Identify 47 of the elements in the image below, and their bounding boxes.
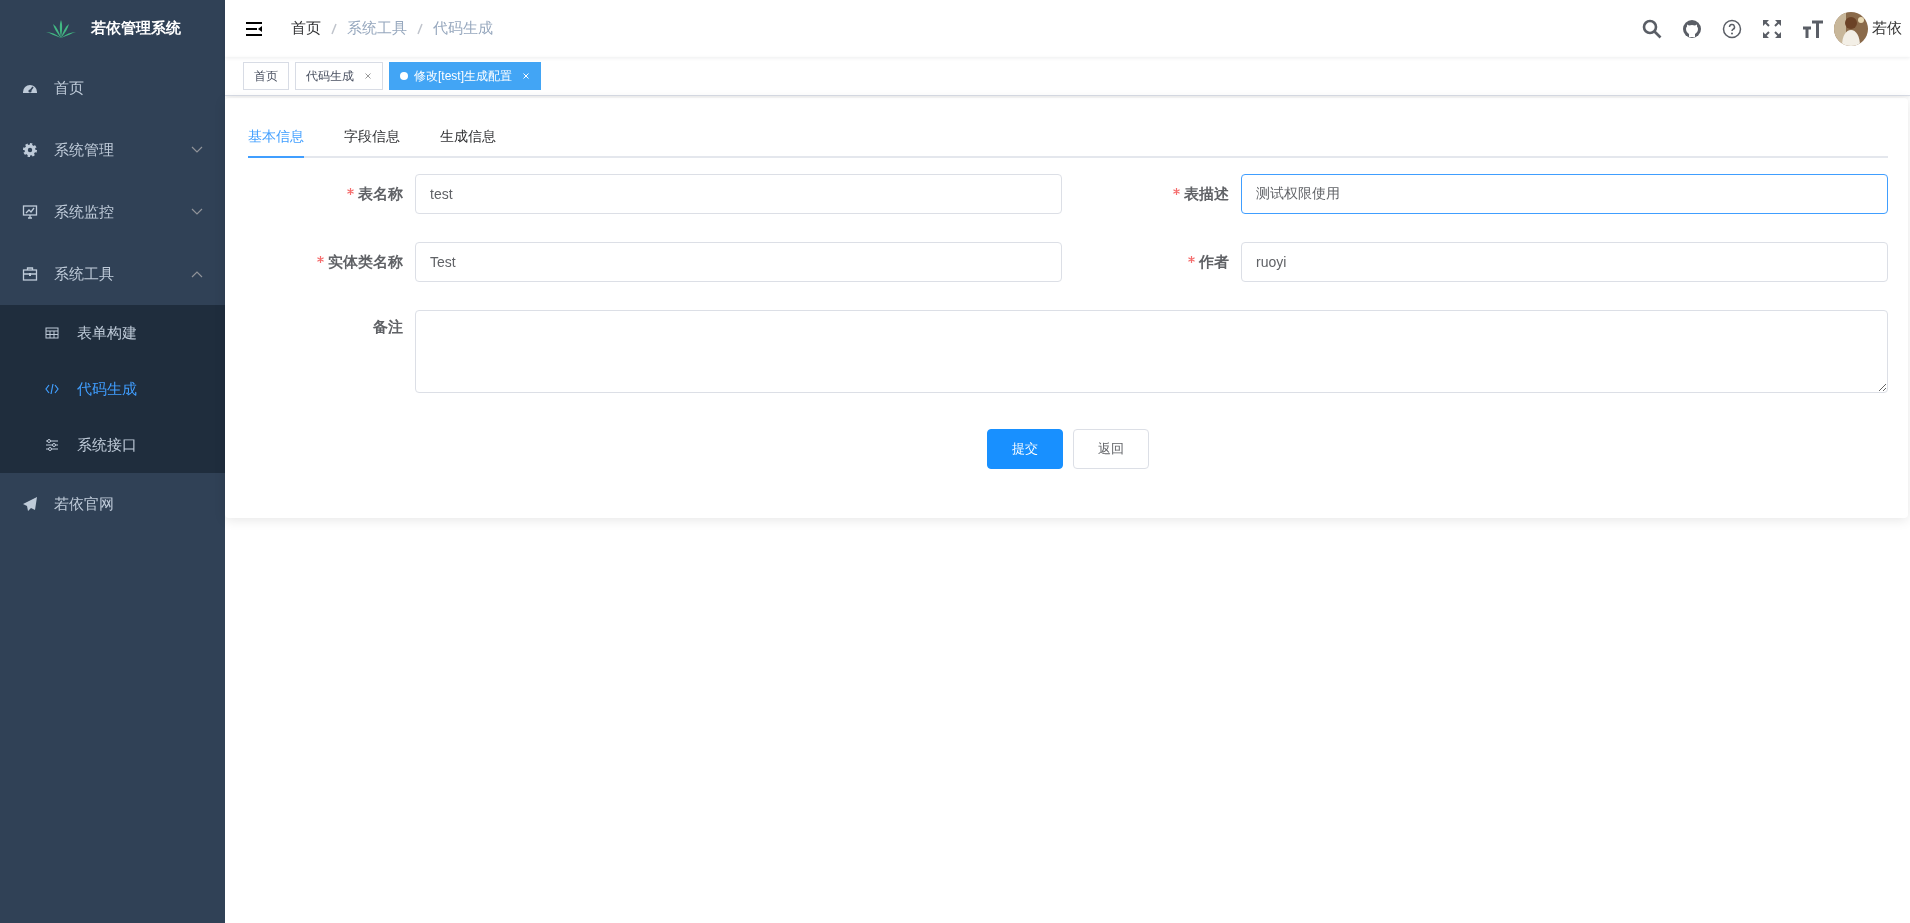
sidebar-item[interactable]: 系统管理 (0, 119, 225, 181)
input-field[interactable]: 测试权限使用 (1241, 174, 1888, 214)
remark-field[interactable] (415, 310, 1888, 393)
app-title: 若依管理系统 (90, 19, 181, 38)
form-tab[interactable]: 字段信息 (344, 118, 400, 158)
paper-plane-icon (22, 496, 38, 512)
back-button[interactable]: 返回 (1073, 429, 1149, 469)
font-size-icon[interactable] (1802, 18, 1824, 39)
tag-tab[interactable]: 代码生成 (295, 62, 383, 90)
sliders-icon (45, 438, 59, 452)
slash-icon (417, 22, 423, 35)
sidebar-item[interactable]: 若依官网 (0, 473, 225, 535)
table-icon (45, 326, 59, 340)
field-label: 备注 (373, 318, 403, 335)
breadcrumb-item: 代码生成 (433, 19, 493, 38)
user-name[interactable]: 若依 (1872, 19, 1902, 38)
gear-icon (22, 142, 38, 158)
sidebar-item[interactable]: 首页 (0, 57, 225, 119)
toolbox-icon (22, 266, 38, 282)
fullscreen-icon[interactable] (1762, 18, 1782, 39)
search-icon[interactable] (1642, 18, 1662, 39)
input-field[interactable]: Test (415, 242, 1062, 282)
field-label: 实体类名称 (328, 252, 403, 270)
slash-icon (331, 22, 337, 35)
monitor-icon (22, 204, 38, 220)
field-label: 表名称 (358, 184, 403, 202)
submenu-item[interactable]: 表单构建 (0, 305, 225, 361)
field-label: 表描述 (1184, 184, 1229, 202)
submenu-item[interactable]: 系统接口 (0, 417, 225, 473)
code-icon (45, 382, 59, 396)
form-tab[interactable]: 生成信息 (440, 118, 496, 158)
chevron-down-icon (191, 146, 203, 154)
chevron-up-icon (191, 270, 203, 278)
field-label: 作者 (1199, 252, 1229, 270)
input-field[interactable]: ruoyi (1241, 242, 1888, 282)
input-field[interactable]: test (415, 174, 1062, 214)
chevron-down-icon (191, 208, 203, 216)
github-icon[interactable] (1682, 18, 1702, 39)
close-icon[interactable] (364, 72, 372, 80)
menu-icon[interactable] (245, 20, 263, 37)
sidebar-item[interactable]: 系统工具 (0, 243, 225, 305)
tag-tab[interactable]: 首页 (243, 62, 289, 90)
sidebar-item[interactable]: 系统监控 (0, 181, 225, 243)
submenu-item[interactable]: 代码生成 (0, 361, 225, 417)
active-dot-icon (400, 72, 408, 80)
breadcrumb-item[interactable]: 首页 (291, 19, 321, 38)
help-icon[interactable] (1722, 18, 1742, 39)
